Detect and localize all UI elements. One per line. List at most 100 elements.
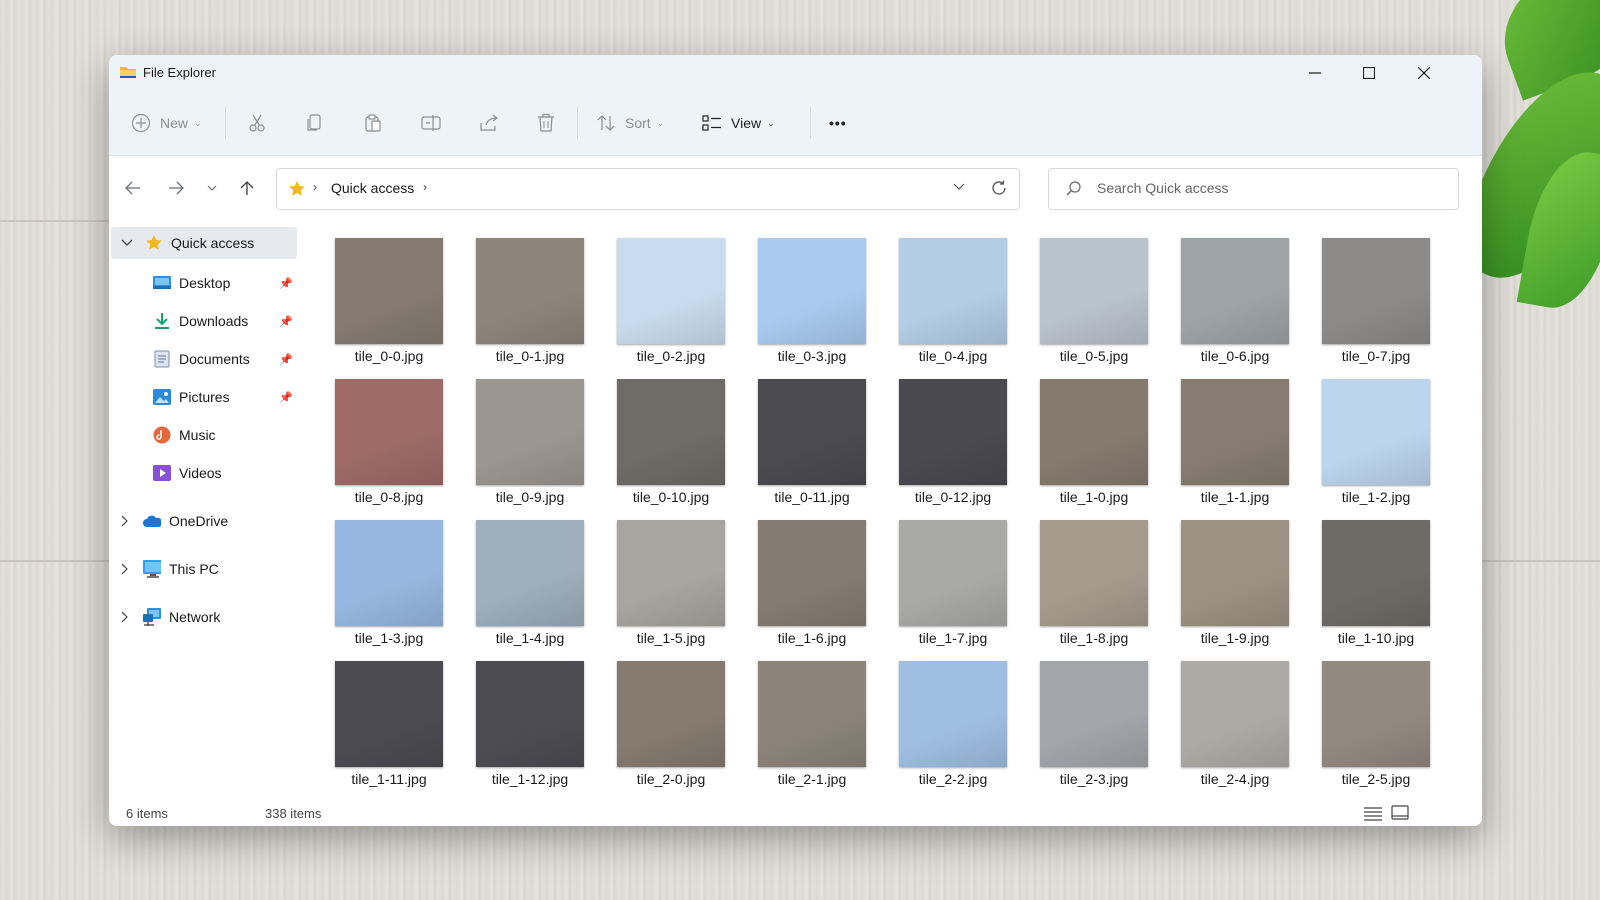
file-item[interactable]: tile_2-4.jpg <box>1165 657 1295 790</box>
address-dropdown-button[interactable] <box>953 183 965 191</box>
image-thumbnail[interactable] <box>476 379 584 485</box>
file-item[interactable]: tile_0-1.jpg <box>460 234 590 367</box>
file-name[interactable]: tile_2-5.jpg <box>1306 771 1446 787</box>
up-button[interactable] <box>235 176 259 200</box>
sidebar-item-onedrive[interactable]: OneDrive <box>109 505 295 537</box>
maximize-button[interactable] <box>1346 55 1392 91</box>
image-thumbnail[interactable] <box>899 661 1007 767</box>
file-name[interactable]: tile_0-3.jpg <box>742 348 882 364</box>
chevron-right-icon[interactable] <box>121 515 129 527</box>
file-item[interactable]: tile_1-11.jpg <box>319 657 449 790</box>
file-item[interactable]: tile_1-8.jpg <box>1024 516 1154 649</box>
sidebar-item-this-pc[interactable]: This PC <box>109 553 295 585</box>
cut-button[interactable] <box>247 111 267 135</box>
file-name[interactable]: tile_1-7.jpg <box>883 630 1023 646</box>
image-thumbnail[interactable] <box>617 661 725 767</box>
file-name[interactable]: tile_0-0.jpg <box>319 348 459 364</box>
file-item[interactable]: tile_1-2.jpg <box>1306 375 1436 508</box>
file-name[interactable]: tile_2-1.jpg <box>742 771 882 787</box>
details-view-button[interactable] <box>1364 805 1382 821</box>
close-button[interactable] <box>1401 55 1447 91</box>
file-name[interactable]: tile_1-5.jpg <box>601 630 741 646</box>
file-item[interactable]: tile_0-12.jpg <box>883 375 1013 508</box>
image-thumbnail[interactable] <box>1181 520 1289 626</box>
file-name[interactable]: tile_1-4.jpg <box>460 630 600 646</box>
file-item[interactable]: tile_1-12.jpg <box>460 657 590 790</box>
copy-button[interactable] <box>305 111 325 135</box>
file-name[interactable]: tile_1-3.jpg <box>319 630 459 646</box>
file-name[interactable]: tile_1-0.jpg <box>1024 489 1164 505</box>
back-button[interactable] <box>121 176 145 200</box>
file-item[interactable]: tile_1-9.jpg <box>1165 516 1295 649</box>
image-thumbnail[interactable] <box>758 661 866 767</box>
rename-button[interactable] <box>420 111 442 135</box>
refresh-icon[interactable] <box>990 179 1008 197</box>
file-item[interactable]: tile_1-10.jpg <box>1306 516 1436 649</box>
sidebar-item-downloads[interactable]: Downloads 📌 <box>109 305 295 337</box>
chevron-right-icon[interactable]: › <box>423 180 427 194</box>
file-item[interactable]: tile_2-1.jpg <box>742 657 872 790</box>
image-thumbnail[interactable] <box>1040 520 1148 626</box>
pin-icon[interactable]: 📌 <box>279 353 293 366</box>
sidebar-item-pictures[interactable]: Pictures 📌 <box>109 381 295 413</box>
file-item[interactable]: tile_1-3.jpg <box>319 516 449 649</box>
recent-locations-button[interactable] <box>200 176 224 200</box>
image-thumbnail[interactable] <box>335 238 443 344</box>
image-thumbnail[interactable] <box>617 238 725 344</box>
file-name[interactable]: tile_0-4.jpg <box>883 348 1023 364</box>
sidebar-item-network[interactable]: Network <box>109 601 295 633</box>
file-name[interactable]: tile_1-8.jpg <box>1024 630 1164 646</box>
image-thumbnail[interactable] <box>335 379 443 485</box>
sidebar-item-documents[interactable]: Documents 📌 <box>109 343 295 375</box>
sidebar-item-quick-access[interactable]: Quick access <box>111 227 297 259</box>
image-thumbnail[interactable] <box>1322 379 1430 485</box>
image-thumbnail[interactable] <box>1322 661 1430 767</box>
sidebar-item-videos[interactable]: Videos <box>109 457 295 489</box>
image-thumbnail[interactable] <box>899 379 1007 485</box>
image-thumbnail[interactable] <box>617 379 725 485</box>
forward-button[interactable] <box>164 176 188 200</box>
minimize-button[interactable] <box>1292 55 1338 91</box>
image-thumbnail[interactable] <box>476 661 584 767</box>
more-options-button[interactable]: ••• <box>829 111 847 135</box>
image-thumbnail[interactable] <box>617 520 725 626</box>
image-thumbnail[interactable] <box>1040 238 1148 344</box>
image-thumbnail[interactable] <box>1181 379 1289 485</box>
tiles-view-button[interactable] <box>1391 804 1409 822</box>
file-item[interactable]: tile_1-0.jpg <box>1024 375 1154 508</box>
new-button[interactable]: New ⌄ <box>131 111 202 135</box>
file-item[interactable]: tile_0-5.jpg <box>1024 234 1154 367</box>
file-name[interactable]: tile_0-6.jpg <box>1165 348 1305 364</box>
file-name[interactable]: tile_0-12.jpg <box>883 489 1023 505</box>
file-item[interactable]: tile_0-0.jpg <box>319 234 449 367</box>
file-name[interactable]: tile_1-6.jpg <box>742 630 882 646</box>
image-thumbnail[interactable] <box>335 520 443 626</box>
file-item[interactable]: tile_0-11.jpg <box>742 375 872 508</box>
file-name[interactable]: tile_1-2.jpg <box>1306 489 1446 505</box>
file-item[interactable]: tile_1-7.jpg <box>883 516 1013 649</box>
chevron-right-icon[interactable] <box>121 563 129 575</box>
file-item[interactable]: tile_2-2.jpg <box>883 657 1013 790</box>
file-item[interactable]: tile_0-4.jpg <box>883 234 1013 367</box>
share-button[interactable] <box>478 111 500 135</box>
image-thumbnail[interactable] <box>1181 661 1289 767</box>
image-thumbnail[interactable] <box>1322 520 1430 626</box>
file-item[interactable]: tile_1-6.jpg <box>742 516 872 649</box>
pin-icon[interactable]: 📌 <box>279 277 293 290</box>
image-thumbnail[interactable] <box>1040 379 1148 485</box>
file-item[interactable]: tile_2-5.jpg <box>1306 657 1436 790</box>
file-name[interactable]: tile_0-7.jpg <box>1306 348 1446 364</box>
file-item[interactable]: tile_0-8.jpg <box>319 375 449 508</box>
file-name[interactable]: tile_2-2.jpg <box>883 771 1023 787</box>
file-item[interactable]: tile_1-4.jpg <box>460 516 590 649</box>
image-thumbnail[interactable] <box>1322 238 1430 344</box>
image-thumbnail[interactable] <box>899 520 1007 626</box>
sort-button[interactable]: Sort ⌄ <box>596 111 664 135</box>
file-name[interactable]: tile_2-0.jpg <box>601 771 741 787</box>
pin-icon[interactable]: 📌 <box>279 391 293 404</box>
image-thumbnail[interactable] <box>1040 661 1148 767</box>
file-name[interactable]: tile_0-5.jpg <box>1024 348 1164 364</box>
file-item[interactable]: tile_0-2.jpg <box>601 234 731 367</box>
image-thumbnail[interactable] <box>758 238 866 344</box>
file-name[interactable]: tile_1-1.jpg <box>1165 489 1305 505</box>
